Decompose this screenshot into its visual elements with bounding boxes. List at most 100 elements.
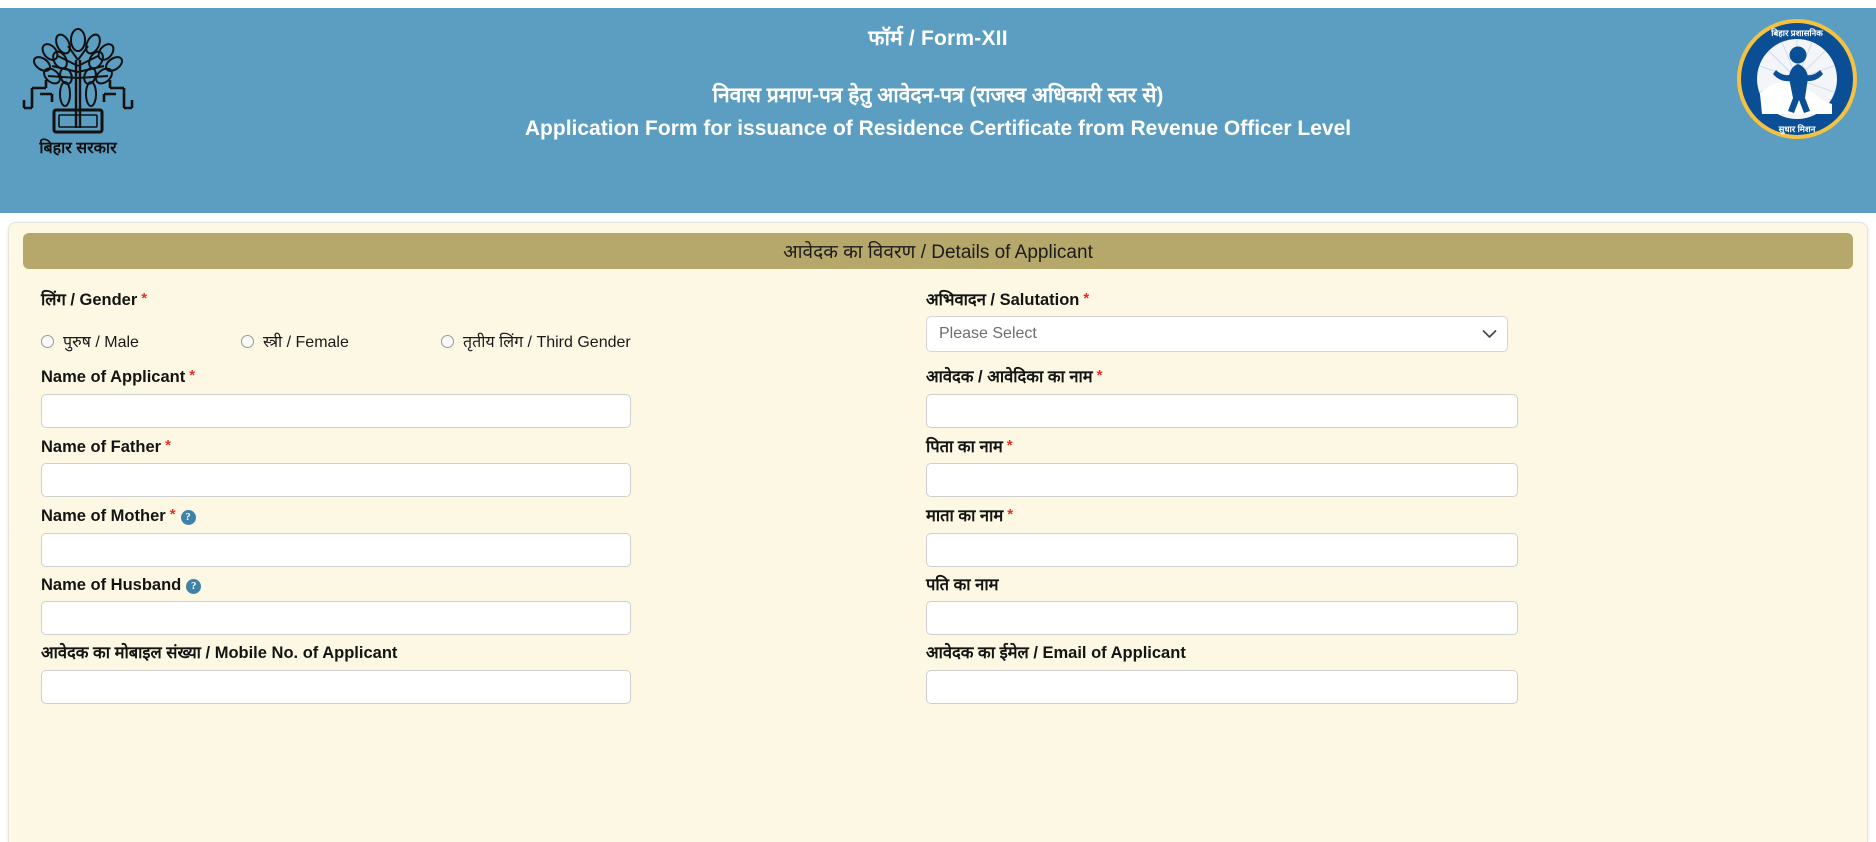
label-mobile-number: आवेदक का मोबाइल संख्या / Mobile No. of A… bbox=[23, 637, 908, 669]
form-title-hindi: निवास प्रमाण-पत्र हेतु आवेदन-पत्र (राजस्… bbox=[712, 84, 1164, 108]
label-name-of-mother: Name of Mother *? bbox=[23, 499, 908, 532]
field-father-name-en: Name of Father * bbox=[23, 430, 908, 498]
svg-text:सुधार मिशन: सुधार मिशन bbox=[1778, 124, 1817, 135]
form-number: फॉर्म / Form-XII bbox=[868, 27, 1008, 50]
applicant-details-card: आवेदक का विवरण / Details of Applicant लि… bbox=[8, 222, 1868, 842]
form-column-right: आवेदक का ईमेल / Email of Applicant bbox=[908, 637, 1853, 705]
radio-option-female[interactable]: स्त्री / Female bbox=[241, 330, 441, 352]
field-mobile: आवेदक का मोबाइल संख्या / Mobile No. of A… bbox=[23, 637, 908, 704]
form-column-left: लिंग / Gender * पुरुष / Male स्त्री / Fem… bbox=[23, 283, 908, 360]
input-father-name-hindi[interactable] bbox=[926, 463, 1518, 498]
label-email-text: आवेदक का ईमेल / Email of Applicant bbox=[926, 644, 1186, 663]
input-name-of-applicant[interactable] bbox=[41, 393, 631, 428]
form-row-applicant-name: Name of Applicant * आवेदक / आवेदिका का ना… bbox=[23, 360, 1853, 429]
form-column-right: पिता का नाम * bbox=[908, 430, 1853, 499]
input-applicant-name-hindi[interactable] bbox=[926, 393, 1518, 428]
label-name-of-father-text: Name of Father bbox=[41, 437, 162, 456]
applicant-form: लिंग / Gender * पुरुष / Male स्त्री / Fem… bbox=[9, 283, 1867, 706]
input-mother-name-hindi[interactable] bbox=[926, 532, 1518, 567]
label-father-name-hindi: पिता का नाम * bbox=[908, 430, 1853, 463]
label-gender: लिंग / Gender * bbox=[23, 283, 908, 316]
salutation-selected-value: Please Select bbox=[939, 325, 1037, 343]
label-salutation: अभिवादन / Salutation * bbox=[908, 283, 1853, 316]
field-email: आवेदक का ईमेल / Email of Applicant bbox=[908, 637, 1853, 704]
form-title-english: Application Form for issuance of Residen… bbox=[524, 116, 1352, 140]
required-marker: * bbox=[1083, 290, 1090, 307]
label-gender-text: लिंग / Gender bbox=[41, 291, 138, 309]
input-husband-name-hindi[interactable] bbox=[926, 601, 1518, 636]
field-father-name-hi: पिता का नाम * bbox=[908, 430, 1853, 498]
input-email[interactable] bbox=[926, 669, 1518, 704]
field-mother-name-en: Name of Mother *? bbox=[23, 499, 908, 567]
radio-male-label: पुरुष / Male bbox=[63, 334, 139, 352]
label-mother-name-hindi-text: माता का नाम bbox=[926, 507, 1004, 526]
radio-third-gender-icon[interactable] bbox=[441, 334, 454, 348]
form-column-right: पति का नाम bbox=[908, 569, 1853, 637]
label-name-of-father: Name of Father * bbox=[23, 430, 908, 463]
form-column-left: Name of Husband? bbox=[23, 569, 908, 637]
label-husband-name-hindi-text: पति का नाम bbox=[926, 575, 999, 594]
salutation-select-wrapper: Please Select bbox=[926, 316, 1508, 353]
required-marker: * bbox=[165, 436, 171, 454]
page-root: बिहार सरकार फॉर्म / Form-XII निवास प्रमा… bbox=[0, 0, 1876, 842]
label-name-of-mother-text: Name of Mother bbox=[41, 507, 166, 526]
form-row-gender-salutation: लिंग / Gender * पुरुष / Male स्त्री / Fem… bbox=[23, 283, 1853, 360]
radio-option-male[interactable]: पुरुष / Male bbox=[41, 330, 241, 352]
form-column-right: आवेदक / आवेदिका का नाम * bbox=[908, 360, 1853, 429]
form-row-mobile-email: आवेदक का मोबाइल संख्या / Mobile No. of A… bbox=[23, 637, 1853, 705]
radio-female-icon[interactable] bbox=[241, 334, 254, 348]
label-husband-name-hindi: पति का नाम bbox=[908, 569, 1853, 601]
required-marker: * bbox=[189, 367, 196, 385]
label-applicant-name-hindi-text: आवेदक / आवेदिका का नाम bbox=[926, 368, 1093, 387]
form-row-father-name: Name of Father * पिता का नाम * bbox=[23, 430, 1853, 499]
label-applicant-name-hindi: आवेदक / आवेदिका का नाम * bbox=[908, 360, 1853, 393]
section-title: आवेदक का विवरण / Details of Applicant bbox=[783, 242, 1093, 263]
radio-option-third-gender[interactable]: तृतीय लिंग / Third Gender bbox=[441, 330, 631, 352]
label-name-of-applicant-text: Name of Applicant bbox=[41, 368, 186, 387]
field-applicant-name-hi: आवेदक / आवेदिका का नाम * bbox=[908, 360, 1853, 428]
field-mother-name-hi: माता का नाम * bbox=[908, 499, 1853, 567]
form-row-mother-name: Name of Mother *? माता का नाम * bbox=[23, 499, 1853, 568]
label-name-of-husband-text: Name of Husband bbox=[41, 575, 182, 594]
form-column-left: Name of Mother *? bbox=[23, 499, 908, 568]
form-column-right: माता का नाम * bbox=[908, 499, 1853, 568]
required-marker: * bbox=[141, 290, 148, 307]
input-name-of-mother[interactable] bbox=[41, 532, 631, 567]
required-marker: * bbox=[1006, 436, 1013, 454]
help-circle-icon[interactable]: ? bbox=[180, 510, 196, 526]
help-circle-icon[interactable]: ? bbox=[186, 578, 202, 594]
label-name-of-husband: Name of Husband? bbox=[23, 569, 908, 601]
label-name-of-applicant: Name of Applicant * bbox=[23, 360, 908, 393]
field-husband-name-hi: पति का नाम bbox=[908, 569, 1853, 636]
header-titles: फॉर्म / Form-XII निवास प्रमाण-पत्र हेतु … bbox=[300, 26, 1576, 143]
input-name-of-husband[interactable] bbox=[41, 601, 631, 636]
radio-female-label: स्त्री / Female bbox=[263, 334, 349, 352]
salutation-select[interactable]: Please Select bbox=[926, 316, 1508, 353]
bihar-prashasnik-sudhar-mission-logo-icon: बिहार प्रशासनिक सुधार मिशन bbox=[1736, 18, 1858, 140]
field-gender: लिंग / Gender * पुरुष / Male स्त्री / Fem… bbox=[23, 283, 908, 358]
field-applicant-name-en: Name of Applicant * bbox=[23, 360, 908, 428]
label-salutation-text: अभिवादन / Salutation bbox=[926, 291, 1080, 309]
input-mobile-number[interactable] bbox=[41, 669, 631, 704]
page-header: बिहार सरकार फॉर्म / Form-XII निवास प्रमा… bbox=[0, 8, 1876, 213]
label-mobile-number-text: आवेदक का मोबाइल संख्या / Mobile No. of A… bbox=[41, 644, 398, 663]
field-husband-name-en: Name of Husband? bbox=[23, 569, 908, 636]
required-marker: * bbox=[169, 506, 176, 524]
required-marker: * bbox=[1007, 506, 1014, 524]
input-name-of-father[interactable] bbox=[41, 463, 631, 498]
form-column-left: Name of Applicant * bbox=[23, 360, 908, 429]
form-row-husband-name: Name of Husband? पति का नाम bbox=[23, 569, 1853, 637]
label-father-name-hindi-text: पिता का नाम bbox=[926, 437, 1003, 456]
svg-text:बिहार प्रशासनिक: बिहार प्रशासनिक bbox=[1770, 28, 1823, 38]
radio-group-gender: पुरुष / Male स्त्री / Female तृतीय लिंग … bbox=[41, 316, 908, 358]
field-salutation: अभिवादन / Salutation * Please Select bbox=[908, 283, 1853, 353]
required-marker: * bbox=[1096, 367, 1103, 385]
form-column-left: Name of Father * bbox=[23, 430, 908, 499]
radio-male-icon[interactable] bbox=[41, 334, 54, 348]
section-header-applicant-details: आवेदक का विवरण / Details of Applicant bbox=[23, 233, 1853, 269]
label-mother-name-hindi: माता का नाम * bbox=[908, 499, 1853, 532]
form-column-left: आवेदक का मोबाइल संख्या / Mobile No. of A… bbox=[23, 637, 908, 705]
radio-third-gender-label: तृतीय लिंग / Third Gender bbox=[463, 334, 631, 352]
svg-text:बिहार सरकार: बिहार सरकार bbox=[38, 138, 118, 157]
label-email: आवेदक का ईमेल / Email of Applicant bbox=[908, 637, 1853, 669]
